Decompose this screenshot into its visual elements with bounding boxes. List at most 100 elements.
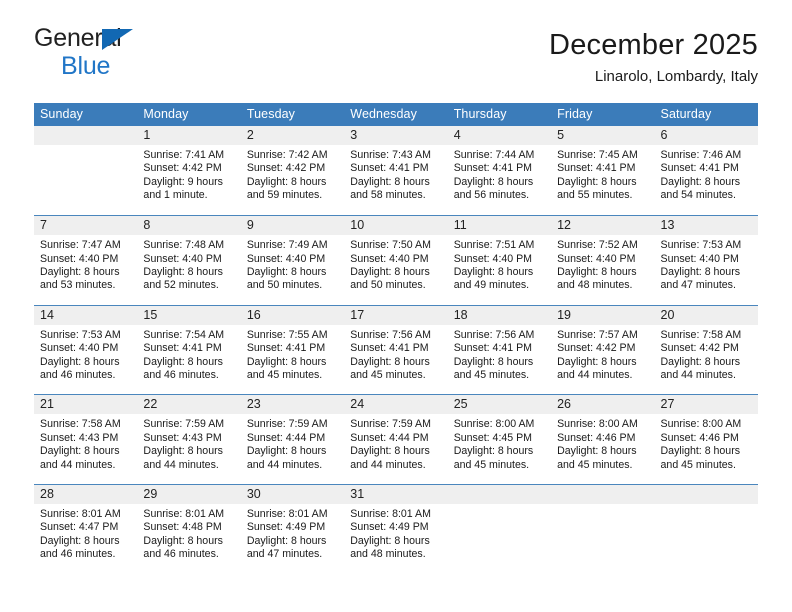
calendar-day-cell[interactable]: 2 Sunrise: 7:42 AM Sunset: 4:42 PM Daylight… [240,126,345,216]
calendar-day-cell[interactable]: 11 Sunrise: 7:51 AM Sunset: 4:40 PM Dayligh… [447,215,552,306]
sunrise-text: Sunrise: 7:46 AM [660,149,742,161]
sunrise-text: Sunrise: 7:50 AM [350,239,431,252]
day-number: 10 [344,216,448,236]
calendar-day-cell[interactable]: 3 Sunrise: 7:43 AM Sunset: 4:41 PM Daylight… [344,126,448,216]
day-cell-content: 13 Sunrise: 7:53 AM Sunset: 4:40 PM Dayligh… [654,216,758,305]
daylight-text: and 47 minutes. [246,548,323,561]
daylight-text: and 45 minutes. [557,458,633,471]
calendar-day-cell[interactable]: 28 Sunrise: 8:01 AM Sunset: 4:47 PM Dayligh… [34,483,138,574]
day-number: 2 [240,126,345,145]
day-cell-content: 16 Sunrise: 7:55 AM Sunset: 4:41 PM Dayligh… [240,305,345,395]
daylight-text: Daylight: 8 hours [557,265,637,278]
sunrise-text: Sunrise: 8:01 AM [246,507,328,520]
calendar-day-cell[interactable]: 1 Sunrise: 7:41 AM Sunset: 4:42 PM Daylight… [137,126,241,216]
sunset-text: Sunset: 4:44 PM [350,431,429,444]
calendar-day-cell[interactable]: 16 Sunrise: 7:55 AM Sunset: 4:41 PM Dayligh… [240,304,345,395]
daylight-text: and 45 minutes. [453,458,530,471]
sunrise-text: Sunrise: 7:59 AM [350,418,431,431]
daylight-text: Daylight: 8 hours [557,175,637,188]
day-number: 25 [447,395,552,415]
calendar-day-cell[interactable]: 4 Sunrise: 7:44 AM Sunset: 4:41 PM Daylight… [447,126,552,216]
day-cell-content: 31 Sunrise: 8:01 AM Sunset: 4:49 PM Dayligh… [344,484,448,574]
general-blue-logo[interactable]: General Blue [34,26,154,82]
daylight-text: Daylight: 8 hours [660,445,741,458]
sunrise-text: Sunrise: 8:00 AM [557,418,638,431]
day-cell-content: 21 Sunrise: 7:58 AM Sunset: 4:43 PM Dayligh… [34,395,138,484]
day-cell-content: 27 Sunrise: 8:00 AM Sunset: 4:46 PM Dayligh… [654,395,758,484]
calendar-day-cell[interactable]: 24 Sunrise: 7:59 AM Sunset: 4:44 PM Dayligh… [344,394,448,485]
calendar-day-cell[interactable]: 19 Sunrise: 7:57 AM Sunset: 4:42 PM Dayligh… [551,304,655,395]
day-number: 5 [551,126,655,145]
calendar-day-cell[interactable]: 30 Sunrise: 8:01 AM Sunset: 4:49 PM Dayligh… [240,483,345,574]
day-cell-content: 4 Sunrise: 7:44 AM Sunset: 4:41 PM Daylight… [447,126,552,215]
day-number: 9 [240,216,345,236]
day-cell-content: 17 Sunrise: 7:56 AM Sunset: 4:41 PM Dayligh… [344,305,448,395]
sunrise-text: Sunrise: 7:59 AM [143,418,225,431]
day-number: 24 [344,395,448,415]
daylight-text: and 46 minutes. [143,368,219,381]
daylight-text: Daylight: 8 hours [453,445,534,458]
sunrise-text: Sunrise: 7:41 AM [143,149,225,161]
daylight-text: Daylight: 8 hours [246,445,327,458]
calendar-day-cell[interactable]: 21 Sunrise: 7:58 AM Sunset: 4:43 PM Dayligh… [34,394,138,485]
calendar-day-cell[interactable]: 6 Sunrise: 7:46 AM Sunset: 4:41 PM Daylight… [654,126,758,216]
calendar-day-cell[interactable]: 22 Sunrise: 7:59 AM Sunset: 4:43 PM Dayligh… [137,394,241,485]
sunrise-text: Sunrise: 7:56 AM [350,328,431,341]
calendar-day-cell[interactable]: 5 Sunrise: 7:45 AM Sunset: 4:41 PM Daylight… [551,126,655,216]
calendar-day-cell[interactable]: 29 Sunrise: 8:01 AM Sunset: 4:48 PM Dayligh… [137,483,241,574]
weekday-header-thursday: Thursday [447,103,552,126]
sunrise-text: Sunrise: 7:45 AM [557,149,638,161]
sun-info: Sunrise: 7:43 AM Sunset: 4:41 PM Daylight:… [344,145,447,203]
sunset-text: Sunset: 4:41 PM [350,342,429,355]
calendar-day-cell[interactable]: 7 Sunrise: 7:47 AM Sunset: 4:40 PM Daylight… [34,215,138,306]
sun-info: Sunrise: 7:48 AM Sunset: 4:40 PM Daylight:… [137,235,240,293]
daylight-text: and 45 minutes. [453,368,530,381]
calendar-day-cell[interactable]: 15 Sunrise: 7:54 AM Sunset: 4:41 PM Dayligh… [137,304,241,395]
day-number: 31 [344,484,448,504]
calendar-day-cell[interactable]: 23 Sunrise: 7:59 AM Sunset: 4:44 PM Dayligh… [240,394,345,485]
calendar-day-cell[interactable]: 10 Sunrise: 7:50 AM Sunset: 4:40 PM Dayligh… [344,215,448,306]
sun-info: Sunrise: 7:53 AM Sunset: 4:40 PM Daylight:… [34,325,137,383]
day-number: 12 [551,216,655,236]
calendar-day-cell[interactable]: 31 Sunrise: 8:01 AM Sunset: 4:49 PM Dayligh… [344,483,448,574]
sun-info: Sunrise: 7:56 AM Sunset: 4:41 PM Daylight:… [344,325,447,383]
daylight-text: Daylight: 8 hours [660,175,741,188]
sun-info: Sunrise: 8:00 AM Sunset: 4:46 PM Daylight:… [551,414,654,472]
sunset-text: Sunset: 4:43 PM [143,431,222,444]
sun-info: Sunrise: 8:00 AM Sunset: 4:45 PM Daylight:… [448,414,551,472]
calendar-day-cell[interactable]: 9 Sunrise: 7:49 AM Sunset: 4:40 PM Daylight… [240,215,345,306]
day-cell-content [551,484,655,574]
calendar-day-cell[interactable]: 20 Sunrise: 7:58 AM Sunset: 4:42 PM Dayligh… [654,304,758,395]
calendar-day-cell[interactable]: 17 Sunrise: 7:56 AM Sunset: 4:41 PM Dayligh… [344,304,448,395]
sun-info: Sunrise: 7:51 AM Sunset: 4:40 PM Daylight:… [448,235,551,293]
day-cell-content: 26 Sunrise: 8:00 AM Sunset: 4:46 PM Dayligh… [551,395,655,484]
day-cell-content: 19 Sunrise: 7:57 AM Sunset: 4:42 PM Dayligh… [551,305,655,395]
daylight-text: Daylight: 8 hours [143,355,223,368]
logo-text-blue: Blue [61,52,111,80]
sun-info: Sunrise: 7:42 AM Sunset: 4:42 PM Daylight:… [241,145,344,203]
calendar-day-cell[interactable]: 12 Sunrise: 7:52 AM Sunset: 4:40 PM Dayligh… [551,215,655,306]
calendar-day-cell[interactable]: 18 Sunrise: 7:56 AM Sunset: 4:41 PM Dayligh… [447,304,552,395]
sun-info: Sunrise: 7:58 AM Sunset: 4:43 PM Daylight:… [34,414,137,472]
sunrise-text: Sunrise: 8:00 AM [453,418,535,431]
day-cell-content: 22 Sunrise: 7:59 AM Sunset: 4:43 PM Dayligh… [137,395,241,484]
calendar-day-cell[interactable]: 14 Sunrise: 7:53 AM Sunset: 4:40 PM Dayligh… [34,304,138,395]
day-cell-content: 25 Sunrise: 8:00 AM Sunset: 4:45 PM Dayligh… [447,395,552,484]
page-subtitle: Linarolo, Lombardy, Italy [594,68,758,85]
sunset-text: Sunset: 4:40 PM [40,342,119,355]
daylight-text: Daylight: 8 hours [557,355,637,368]
daylight-text: Daylight: 8 hours [143,534,223,547]
calendar-day-cell[interactable]: 13 Sunrise: 7:53 AM Sunset: 4:40 PM Dayligh… [654,215,758,306]
day-cell-content: 29 Sunrise: 8:01 AM Sunset: 4:48 PM Dayligh… [137,484,241,574]
logo-text-general: General [34,24,122,52]
sunrise-text: Sunrise: 7:54 AM [143,328,225,341]
day-number [654,484,758,504]
calendar-day-cell[interactable]: 8 Sunrise: 7:48 AM Sunset: 4:40 PM Daylight… [137,215,241,306]
calendar-day-cell[interactable]: 26 Sunrise: 8:00 AM Sunset: 4:46 PM Dayligh… [551,394,655,485]
daylight-text: Daylight: 8 hours [350,265,430,278]
calendar-day-cell[interactable]: 25 Sunrise: 8:00 AM Sunset: 4:45 PM Dayligh… [447,394,552,485]
sunset-text: Sunset: 4:40 PM [246,252,326,265]
calendar-day-cell[interactable]: 27 Sunrise: 8:00 AM Sunset: 4:46 PM Dayligh… [654,394,758,485]
sun-info: Sunrise: 7:59 AM Sunset: 4:43 PM Daylight:… [137,414,240,472]
sun-info: Sunrise: 7:56 AM Sunset: 4:41 PM Daylight:… [448,325,551,383]
